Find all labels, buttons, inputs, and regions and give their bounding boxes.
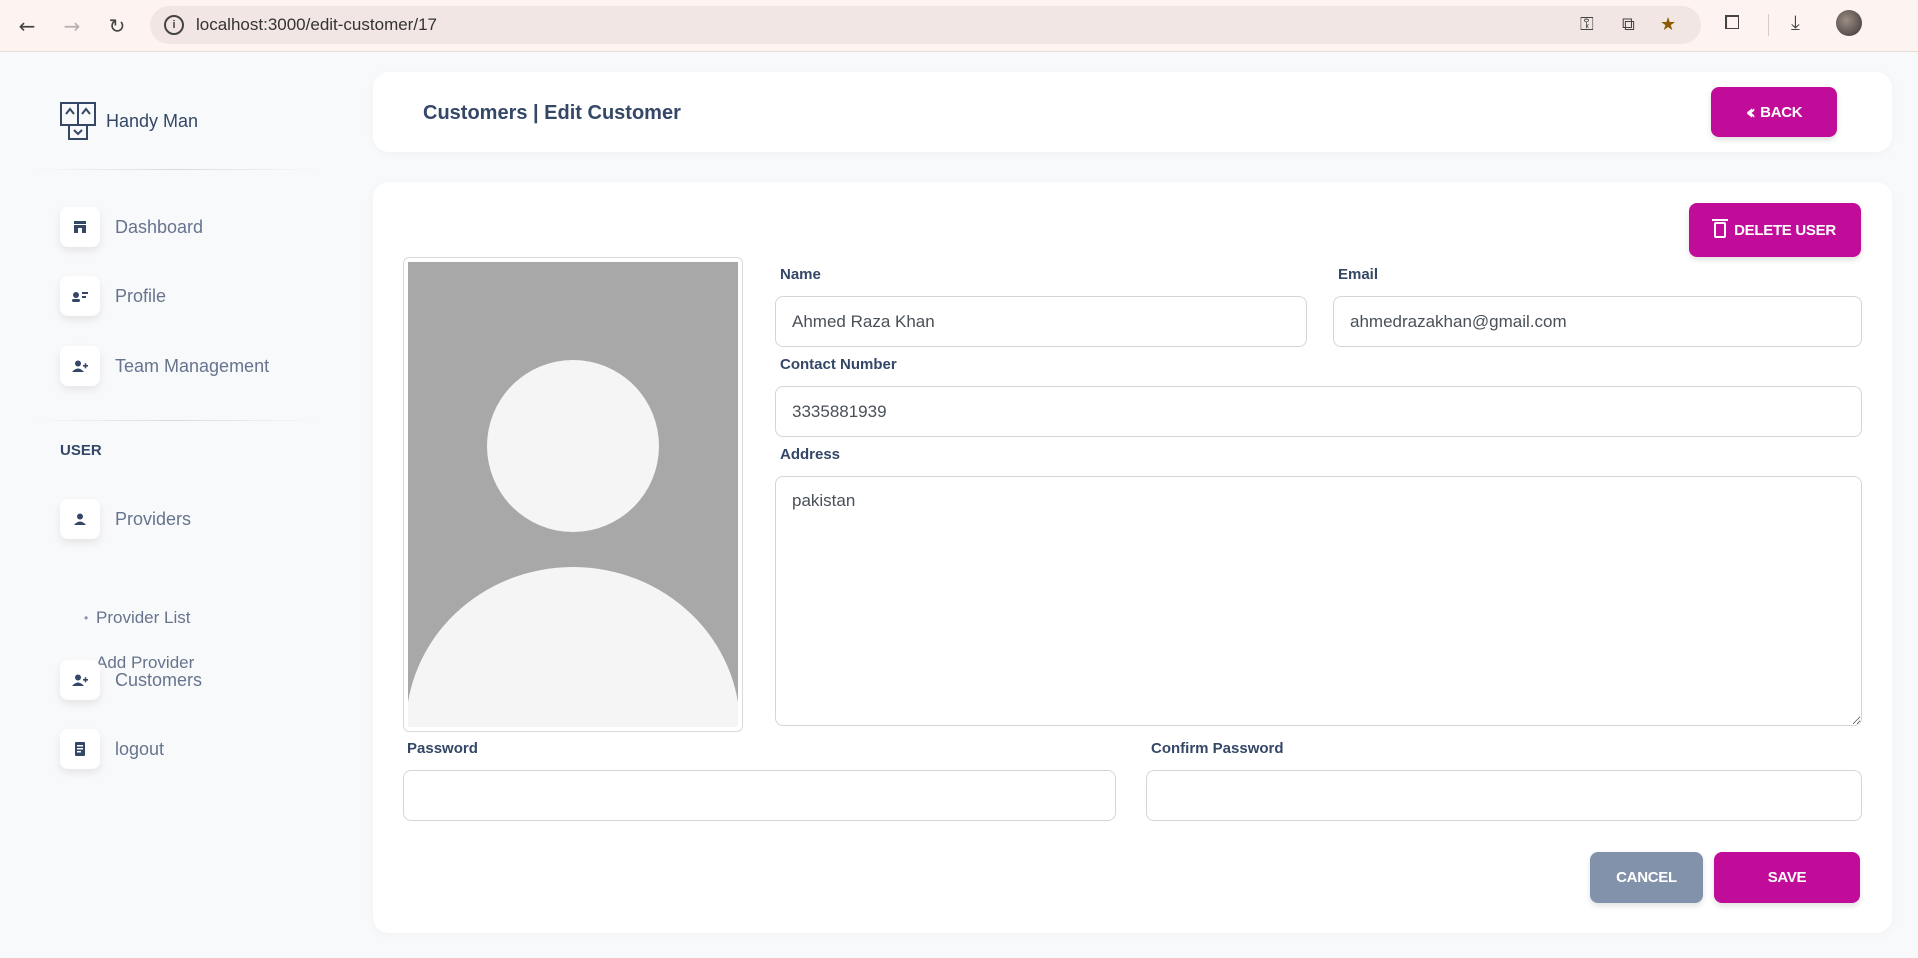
- profile-avatar-icon[interactable]: [1836, 10, 1862, 36]
- password-field[interactable]: [403, 770, 1116, 821]
- double-chevron-left-icon: ‹‹: [1745, 100, 1757, 124]
- delete-user-label: DELETE USER: [1734, 221, 1836, 239]
- handyman-logo-icon: [60, 102, 96, 140]
- open-external-icon[interactable]: ⧉: [1622, 14, 1635, 35]
- confirm-password-label: Confirm Password: [1151, 740, 1284, 757]
- sidebar-item-label: Profile: [115, 285, 167, 306]
- sidebar: Handy Man Dashboard Profile Team Managem…: [0, 52, 330, 958]
- toolbar-divider: [1768, 14, 1769, 36]
- user-icon: [60, 499, 100, 539]
- name-field[interactable]: [775, 296, 1307, 347]
- sidebar-item-logout[interactable]: logout: [60, 729, 164, 769]
- page-header: Customers | Edit Customer ‹‹ BACK: [373, 72, 1892, 152]
- site-info-icon[interactable]: i: [164, 15, 184, 35]
- sidebar-item-label: Providers: [115, 508, 192, 529]
- sidebar-item-team-management[interactable]: Team Management: [60, 346, 269, 386]
- document-icon: [60, 729, 100, 769]
- add-user-icon: [60, 660, 100, 700]
- profile-card-icon: [60, 276, 100, 316]
- bookmark-star-icon[interactable]: ★: [1660, 14, 1676, 35]
- sidebar-divider: [30, 169, 320, 170]
- sidebar-section-user: USER: [60, 442, 102, 459]
- sidebar-item-label: logout: [115, 738, 165, 759]
- sidebar-item-customers[interactable]: Customers: [60, 660, 202, 700]
- forward-arrow-icon[interactable]: →: [57, 11, 87, 41]
- confirm-password-field[interactable]: [1146, 770, 1862, 821]
- avatar-head: [487, 360, 659, 532]
- address-label: Address: [780, 446, 841, 463]
- back-arrow-icon[interactable]: ←: [12, 11, 42, 41]
- delete-user-button[interactable]: DELETE USER: [1689, 203, 1861, 257]
- trash-icon: [1712, 219, 1729, 238]
- reload-icon[interactable]: ↻: [102, 11, 132, 41]
- name-label: Name: [780, 266, 821, 283]
- contact-number-field[interactable]: [775, 386, 1862, 437]
- brand[interactable]: Handy Man: [60, 102, 198, 140]
- back-button[interactable]: ‹‹ BACK: [1711, 87, 1837, 137]
- back-button-label: BACK: [1760, 103, 1803, 121]
- sidebar-item-label: Customers: [115, 669, 203, 690]
- sidebar-item-dashboard[interactable]: Dashboard: [60, 207, 203, 247]
- address-bar[interactable]: i localhost:3000/edit-customer/17 ⚿ ⧉ ★: [150, 6, 1701, 44]
- extensions-icon[interactable]: ⧠: [1724, 10, 1740, 34]
- sidebar-divider: [30, 420, 320, 421]
- password-key-icon[interactable]: ⚿: [1580, 14, 1594, 35]
- add-user-icon: [60, 346, 100, 386]
- email-field[interactable]: [1333, 296, 1862, 347]
- page-title: Customers | Edit Customer: [423, 102, 681, 124]
- download-icon[interactable]: ⤓: [1791, 10, 1800, 34]
- avatar-body: [408, 567, 738, 727]
- url-text[interactable]: localhost:3000/edit-customer/17: [196, 15, 437, 35]
- sidebar-item-label: Team Management: [115, 355, 270, 376]
- edit-customer-form: DELETE USER Name Email Contact Number Ad…: [373, 182, 1892, 933]
- sidebar-item-profile[interactable]: Profile: [60, 276, 166, 316]
- brand-name: Handy Man: [106, 110, 199, 131]
- save-button[interactable]: SAVE: [1714, 852, 1860, 903]
- sidebar-item-label: Dashboard: [115, 216, 204, 237]
- address-field[interactable]: pakistan: [775, 476, 1862, 726]
- email-label: Email: [1338, 266, 1379, 283]
- browser-toolbar: ← → ↻ i localhost:3000/edit-customer/17 …: [0, 0, 1918, 52]
- sidebar-subitem-provider-list[interactable]: Provider List: [84, 608, 191, 628]
- contact-number-label: Contact Number: [780, 356, 897, 373]
- sidebar-item-providers[interactable]: Providers: [60, 499, 191, 539]
- profile-photo-upload[interactable]: [403, 257, 743, 732]
- cancel-button[interactable]: CANCEL: [1590, 852, 1703, 903]
- default-avatar-image: [408, 262, 738, 727]
- password-label: Password: [407, 740, 478, 757]
- shop-icon: [60, 207, 100, 247]
